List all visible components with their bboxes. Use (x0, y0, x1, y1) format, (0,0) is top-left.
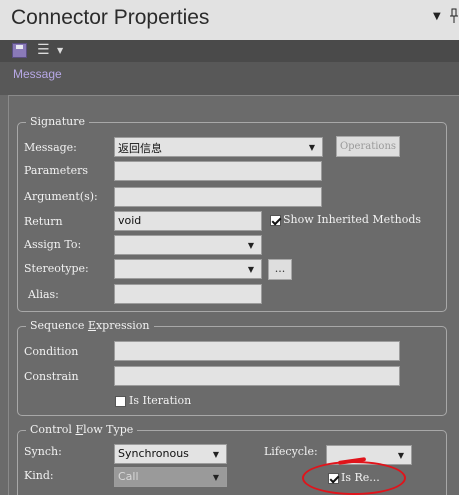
show-inherited-label: Show Inherited Methods (283, 213, 422, 226)
condition-field[interactable] (114, 341, 400, 361)
chevron-down-icon: ▼ (247, 265, 254, 274)
tab-message[interactable]: Message (13, 67, 62, 81)
arguments-label: Argument(s): (24, 190, 98, 203)
show-inherited-checkbox[interactable] (270, 215, 281, 226)
menu-icon[interactable]: ☰ (37, 42, 50, 58)
kind-select[interactable]: Call ▼ (114, 467, 227, 487)
stereotype-select[interactable]: ▼ (114, 259, 262, 279)
is-iteration-label: Is Iteration (129, 394, 192, 407)
arguments-field[interactable] (114, 187, 322, 207)
message-label: Message: (24, 141, 77, 154)
message-select-value: 返回信息 (118, 142, 162, 155)
sequence-expression-legend: Sequence Expression (26, 319, 154, 332)
alias-label: Alias: (28, 288, 59, 301)
assign-to-select[interactable]: ▼ (114, 235, 262, 255)
synch-label: Synch: (24, 445, 62, 458)
stereotype-browse-button[interactable]: ... (268, 259, 292, 280)
constraint-label: Constrain (24, 370, 79, 383)
constraint-field[interactable] (114, 366, 400, 386)
dropdown-arrow-icon[interactable]: ▼ (433, 11, 441, 22)
parameters-label: Parameters (24, 164, 89, 177)
signature-legend: Signature (26, 115, 90, 128)
chevron-down-icon: ▼ (212, 450, 219, 459)
message-select[interactable]: 返回信息 ▼ (114, 137, 323, 157)
tab-divider (8, 95, 459, 96)
stereotype-label: Stereotype: (24, 262, 89, 275)
alias-field[interactable] (114, 284, 262, 304)
pin-icon[interactable] (449, 8, 459, 24)
annotation-circle (302, 461, 406, 495)
window-title: Connector Properties (11, 6, 210, 29)
control-flow-legend: Control Flow Type (26, 423, 138, 436)
window-header: Connector Properties ▼ (0, 0, 459, 40)
chevron-down-icon: ▼ (212, 473, 219, 482)
condition-label: Condition (24, 345, 79, 358)
synch-select[interactable]: Synchronous ▼ (114, 444, 227, 464)
kind-value: Call (118, 470, 139, 483)
parameters-field[interactable] (114, 161, 322, 181)
chevron-down-icon: ▼ (397, 451, 404, 460)
return-field[interactable]: void (114, 211, 262, 231)
menu-caret-icon[interactable]: ▼ (57, 46, 63, 55)
panel-left-border (8, 95, 9, 495)
kind-label: Kind: (24, 469, 54, 482)
chevron-down-icon: ▼ (247, 241, 254, 250)
return-label: Return (24, 215, 63, 228)
tab-bar: Message (0, 62, 459, 95)
is-iteration-checkbox[interactable] (115, 396, 126, 407)
toolbar: ☰ ▼ (0, 40, 459, 62)
assign-to-label: Assign To: (24, 238, 82, 251)
lifecycle-label: Lifecycle: (264, 445, 318, 458)
chevron-down-icon: ▼ (308, 143, 315, 152)
save-icon[interactable] (12, 43, 27, 58)
return-field-value: void (118, 214, 142, 227)
operations-button[interactable]: Operations (336, 136, 400, 157)
synch-value: Synchronous (118, 447, 189, 460)
